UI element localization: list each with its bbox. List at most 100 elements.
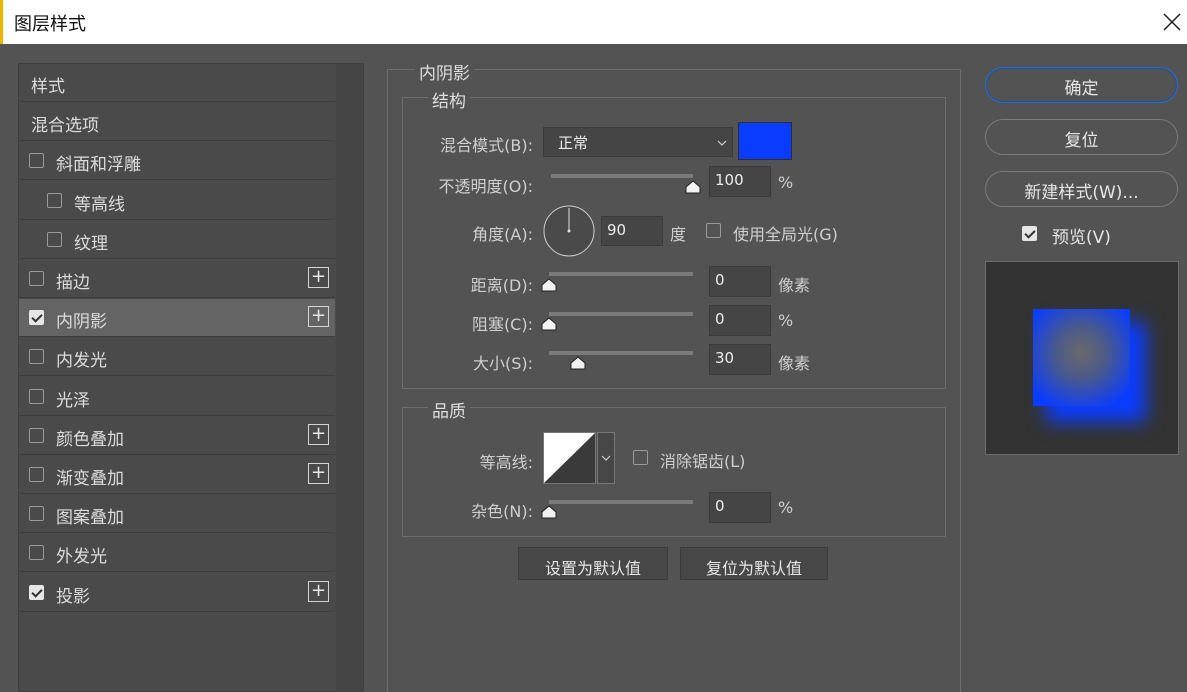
window-title: 图层样式 <box>14 14 86 35</box>
style-item-checkbox[interactable] <box>29 349 44 365</box>
choke-slider-thumb[interactable] <box>541 317 557 331</box>
angle-label: 角度(A): <box>472 225 533 244</box>
style-item[interactable]: 外发光 <box>19 534 335 573</box>
style-item[interactable]: 内阴影 + <box>19 299 335 338</box>
style-item-checkbox[interactable] <box>29 310 44 326</box>
style-item-label: 斜面和浮雕 <box>56 155 141 176</box>
style-item-label: 光泽 <box>56 390 90 411</box>
global-light-checkbox[interactable] <box>706 223 721 238</box>
choke-slider-track[interactable] <box>549 312 693 316</box>
preview-swatch <box>1033 309 1130 406</box>
size-input[interactable]: 30 <box>709 344 771 375</box>
angle-unit: 度 <box>670 225 687 244</box>
noise-slider-track[interactable] <box>549 500 693 504</box>
choke-unit: % <box>778 311 794 330</box>
opacity-label: 不透明度(O): <box>438 177 533 196</box>
noise-slider-thumb[interactable] <box>541 505 557 519</box>
style-item-checkbox[interactable] <box>29 506 44 522</box>
style-item-checkbox[interactable] <box>29 427 44 443</box>
distance-input[interactable]: 0 <box>709 266 771 297</box>
style-item[interactable]: 样式 <box>19 64 335 102</box>
style-item[interactable]: 图案叠加 <box>19 495 335 534</box>
opacity-unit: % <box>778 173 794 192</box>
angle-dial[interactable] <box>542 204 596 258</box>
global-light-label: 使用全局光(G) <box>733 225 838 244</box>
angle-input[interactable]: 90 <box>601 216 663 246</box>
add-effect-icon[interactable]: + <box>308 463 329 484</box>
preview-label: 预览(V) <box>1052 228 1111 248</box>
reset-default-button[interactable]: 复位为默认值 <box>680 547 828 580</box>
style-item-label: 颜色叠加 <box>56 429 124 450</box>
style-item[interactable]: 等高线 <box>19 182 335 220</box>
style-item-checkbox[interactable] <box>29 545 44 561</box>
anti-alias-label: 消除锯齿(L) <box>660 452 746 471</box>
title-bar: 图层样式 <box>0 0 1187 44</box>
reset-button[interactable]: 复位 <box>985 119 1178 155</box>
style-item[interactable]: 混合选项 <box>19 103 335 142</box>
chevron-down-icon <box>717 140 727 146</box>
style-item[interactable]: 投影 + <box>19 574 335 612</box>
opacity-slider-track[interactable] <box>551 174 693 178</box>
style-item[interactable]: 纹理 <box>19 221 335 259</box>
quality-title: 品质 <box>428 397 470 422</box>
blend-mode-select[interactable]: 正常 <box>543 127 733 157</box>
noise-unit: % <box>778 498 794 517</box>
make-default-button[interactable]: 设置为默认值 <box>518 547 668 580</box>
blend-mode-label: 混合模式(B): <box>440 136 533 155</box>
style-item-label: 混合选项 <box>31 116 99 137</box>
choke-input[interactable]: 0 <box>709 305 771 336</box>
style-item-label: 内阴影 <box>56 312 107 333</box>
add-effect-icon[interactable]: + <box>308 580 329 602</box>
preview-checkbox[interactable] <box>1022 226 1037 241</box>
style-preview <box>985 261 1179 455</box>
style-item-label: 纹理 <box>74 233 108 254</box>
style-item-checkbox[interactable] <box>29 467 44 482</box>
size-slider-thumb[interactable] <box>570 356 586 370</box>
size-slider-track[interactable] <box>549 351 693 355</box>
style-item-checkbox[interactable] <box>29 584 44 600</box>
style-item-checkbox[interactable] <box>29 388 44 404</box>
add-effect-icon[interactable]: + <box>308 423 329 445</box>
style-item-label: 图案叠加 <box>56 508 124 529</box>
style-item[interactable]: 光泽 <box>19 378 335 416</box>
close-icon[interactable] <box>1157 7 1187 37</box>
add-effect-icon[interactable]: + <box>308 267 329 288</box>
opacity-slider-thumb[interactable] <box>685 180 701 194</box>
style-item-label: 渐变叠加 <box>56 469 124 489</box>
contour-picker[interactable] <box>543 432 615 484</box>
style-item-label: 描边 <box>56 273 90 293</box>
style-item[interactable]: 渐变叠加 + <box>19 456 335 494</box>
style-item-checkbox[interactable] <box>29 153 44 169</box>
style-item-checkbox[interactable] <box>47 192 62 208</box>
anti-alias-checkbox[interactable] <box>633 450 648 465</box>
style-item[interactable]: 斜面和浮雕 <box>19 142 335 181</box>
style-item[interactable]: 颜色叠加 + <box>19 417 335 455</box>
noise-input[interactable]: 0 <box>709 492 771 523</box>
style-item-label: 外发光 <box>56 547 107 568</box>
new-style-button[interactable]: 新建样式(W)... <box>985 171 1178 207</box>
inner-shadow-title: 内阴影 <box>415 59 474 84</box>
contour-label: 等高线: <box>479 453 533 472</box>
distance-label: 距离(D): <box>470 276 533 295</box>
size-unit: 像素 <box>778 354 811 373</box>
opacity-input[interactable]: 100 <box>709 166 771 197</box>
styles-list-scrollbar[interactable] <box>336 64 363 692</box>
distance-slider-thumb[interactable] <box>541 278 557 292</box>
distance-unit: 像素 <box>778 276 811 295</box>
add-effect-icon[interactable]: + <box>308 306 329 328</box>
ok-button[interactable]: 确定 <box>985 67 1178 103</box>
shadow-color-swatch[interactable] <box>738 122 792 160</box>
style-item[interactable]: 描边 + <box>19 260 335 298</box>
style-item-label: 等高线 <box>74 194 125 215</box>
size-label: 大小(S): <box>472 354 533 373</box>
style-item-checkbox[interactable] <box>29 271 44 286</box>
noise-label: 杂色(N): <box>471 502 533 521</box>
style-item[interactable]: 内发光 <box>19 338 335 377</box>
choke-label: 阻塞(C): <box>471 315 533 334</box>
style-item-label: 投影 <box>56 586 90 607</box>
structure-title: 结构 <box>428 87 470 112</box>
style-item-label: 内发光 <box>56 351 107 372</box>
distance-slider-track[interactable] <box>549 272 693 276</box>
blend-mode-value: 正常 <box>558 134 589 152</box>
style-item-checkbox[interactable] <box>47 231 62 247</box>
